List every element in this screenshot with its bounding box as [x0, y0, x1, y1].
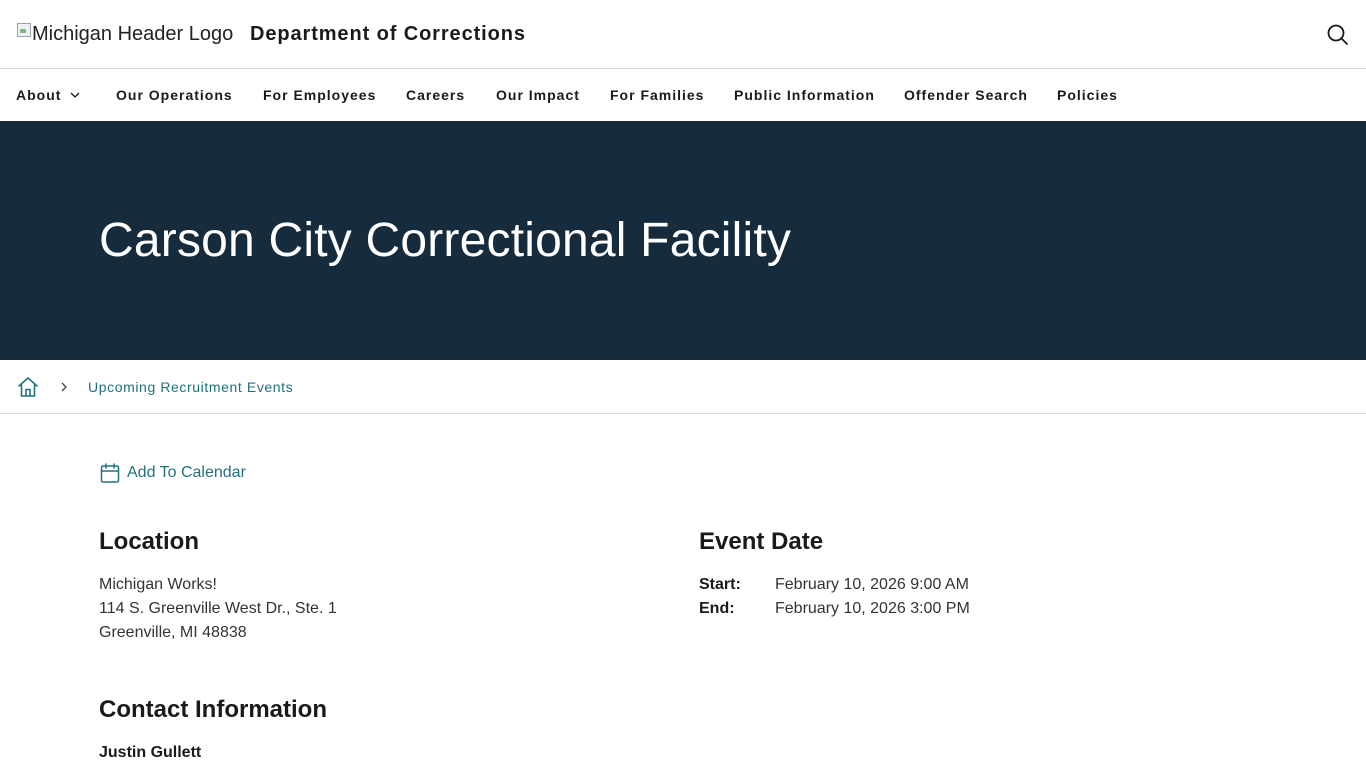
contact-name: Justin Gullett — [99, 744, 202, 761]
nav-item-label: Our Impact — [496, 87, 580, 103]
michigan-logo[interactable]: Michigan Header Logo — [16, 22, 233, 46]
nav-item-label: For Families — [610, 87, 705, 103]
breadcrumb-home-link[interactable] — [16, 375, 40, 399]
hero-banner: Carson City Correctional Facility — [0, 121, 1366, 360]
event-end-value: February 10, 2026 3:00 PM — [775, 600, 970, 617]
event-start-label: Start: — [699, 576, 741, 593]
broken-image-icon — [16, 22, 32, 38]
calendar-icon — [100, 463, 120, 483]
nav-item-label: About — [16, 87, 62, 103]
nav-item-for-employees[interactable]: For Employees — [263, 69, 376, 121]
nav-item-label: Our Operations — [116, 87, 233, 103]
contact-heading: Contact Information — [99, 696, 327, 723]
nav-item-label: Public Information — [734, 87, 875, 103]
nav-item-our-impact[interactable]: Our Impact — [496, 69, 580, 121]
nav-item-label: Offender Search — [904, 87, 1028, 103]
nav-item-our-operations[interactable]: Our Operations — [116, 69, 233, 121]
department-title[interactable]: Department of Corrections — [250, 22, 526, 46]
page-title: Carson City Correctional Facility — [99, 214, 792, 267]
search-icon — [1327, 24, 1348, 45]
nav-item-public-information[interactable]: Public Information — [734, 69, 875, 121]
site-header: Michigan Header Logo Department of Corre… — [0, 0, 1366, 69]
nav-item-offender-search[interactable]: Offender Search — [904, 69, 1028, 121]
nav-item-policies[interactable]: Policies — [1057, 69, 1118, 121]
event-date-heading: Event Date — [699, 528, 824, 555]
add-to-calendar-link[interactable]: Add To Calendar — [99, 461, 246, 485]
chevron-right-icon — [61, 382, 67, 392]
event-start-value: February 10, 2026 9:00 AM — [775, 576, 969, 593]
nav-item-label: Policies — [1057, 87, 1118, 103]
breadcrumb-current[interactable]: Upcoming Recruitment Events — [88, 379, 293, 395]
chevron-down-icon — [70, 92, 80, 98]
nav-item-for-families[interactable]: For Families — [610, 69, 704, 121]
location-line-3: Greenville, MI 48838 — [99, 624, 247, 641]
nav-item-label: Careers — [406, 87, 466, 103]
nav-item-about[interactable]: About — [16, 69, 81, 121]
location-line-2: 114 S. Greenville West Dr., Ste. 1 — [99, 600, 337, 617]
logo-alt-text: Michigan Header Logo — [32, 23, 234, 45]
breadcrumb: Upcoming Recruitment Events — [0, 360, 1366, 414]
nav-item-careers[interactable]: Careers — [406, 69, 465, 121]
search-button[interactable] — [1325, 22, 1351, 48]
add-to-calendar-label: Add To Calendar — [127, 464, 246, 481]
nav-item-label: For Employees — [263, 87, 377, 103]
location-line-1: Michigan Works! — [99, 576, 217, 593]
event-end-label: End: — [699, 600, 735, 617]
location-heading: Location — [99, 528, 199, 555]
home-icon — [18, 377, 38, 397]
main-nav: About Our Operations For Employees Caree… — [0, 69, 1366, 121]
